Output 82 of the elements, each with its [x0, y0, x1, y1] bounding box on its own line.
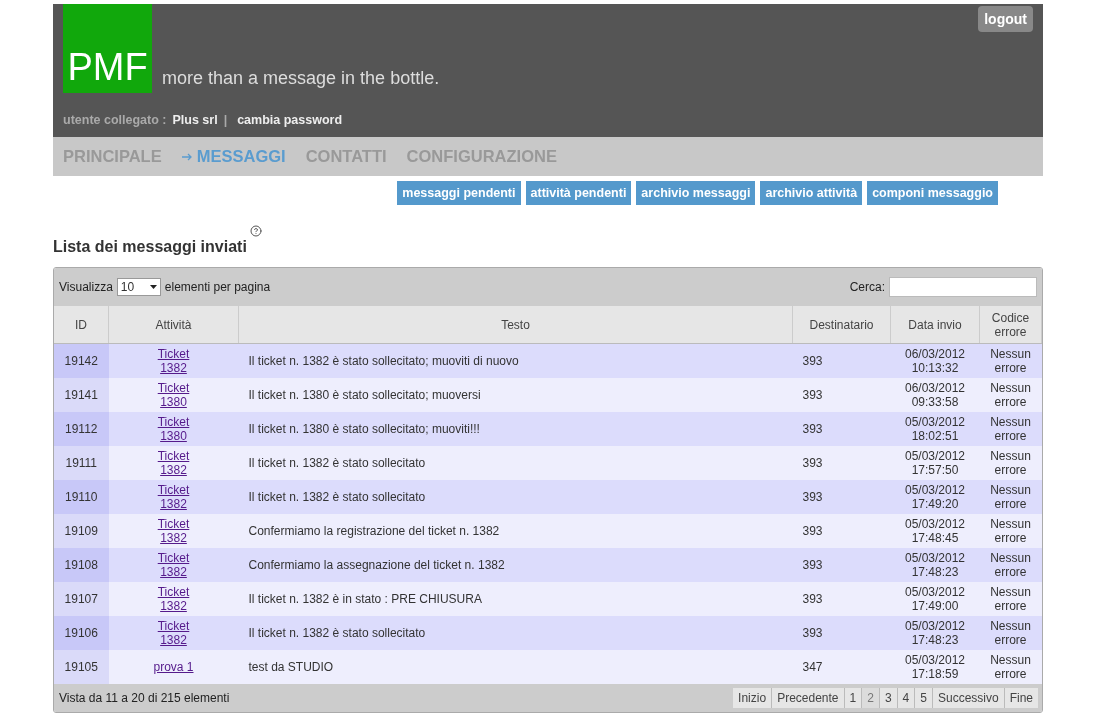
table-cell: 393 [802, 626, 823, 640]
table-cell: Confermiamo la registrazione del ticket n. 1382 [248, 524, 500, 538]
table-cell: 06/03/2012 09:33:58 [904, 381, 966, 409]
table-cell: Il ticket n. 1382 è stato sollecitato [248, 490, 426, 504]
column-header[interactable]: Codice errore [979, 306, 1042, 344]
arrow-icon [181, 152, 193, 161]
table-cell-text: Nessun errore [989, 483, 1032, 511]
column-header[interactable]: Attività [108, 306, 239, 344]
table-cell: 393 [802, 456, 823, 470]
page-button[interactable]: 4 [897, 688, 915, 708]
pager-button[interactable]: Successivo [932, 688, 1004, 708]
table-cell: Confermiamo la assegnazione del ticket n. 1382 [248, 558, 505, 572]
pager-button[interactable]: Precedente [772, 688, 844, 708]
column-header[interactable]: ID [54, 306, 109, 344]
table-cell-text: Nessun errore [989, 347, 1032, 375]
table-cell: 347 [802, 660, 823, 674]
table-cell: 393 [802, 388, 823, 402]
search-label: Cerca: [849, 280, 885, 294]
search-field[interactable] [889, 277, 1037, 297]
page-title: Lista dei messaggi inviati [53, 238, 247, 256]
table-cell: 393 [802, 524, 823, 538]
table-cell: Il ticket n. 1382 è stato sollecitato; muoviti di nuovo [248, 354, 519, 368]
table-cell: Il ticket n. 1380 è stato sollecitato; muoviti!!! [248, 422, 480, 436]
change-password-link[interactable]: cambia password [237, 113, 343, 127]
per-page-label: elementi per pagina [164, 280, 271, 294]
table-cell: 19106 [64, 626, 98, 640]
table-cell: 05/03/2012 17:18:59 [904, 653, 966, 681]
table-cell: Il ticket n. 1380 è stato sollecitato; muoversi [248, 388, 481, 402]
table-cell: 06/03/2012 10:13:32 [904, 347, 966, 375]
caret-icon [149, 285, 157, 289]
logo: PMF [63, 4, 152, 93]
table-cell: 19141 [64, 388, 98, 402]
table-cell: 19109 [64, 524, 98, 538]
table-cell-text: Nessun errore [989, 551, 1032, 579]
pager-button[interactable]: Inizio [733, 688, 772, 708]
table-cell: 19111 [65, 456, 98, 470]
table-cell: 393 [802, 490, 823, 504]
logout-button[interactable]: logout [978, 6, 1033, 32]
table-cell: 05/03/2012 17:57:50 [904, 449, 966, 477]
activity-link[interactable]: prova 1 [150, 660, 197, 674]
help-icon[interactable] [249, 225, 262, 237]
table-cell: 19112 [65, 422, 98, 436]
table-cell: 393 [802, 422, 823, 436]
table-cell: 05/03/2012 17:49:00 [904, 585, 966, 613]
table-cell-text: Nessun errore [989, 381, 1032, 409]
table-cell-text: Nessun errore [989, 517, 1032, 545]
table-cell: test da STUDIO [248, 660, 334, 674]
show-label: Visualizza [59, 280, 113, 294]
table-cell: 05/03/2012 17:49:20 [904, 483, 966, 511]
table-cell: 393 [802, 558, 823, 572]
separator: | [223, 113, 228, 127]
table-cell-text: Nessun errore [989, 449, 1032, 477]
table-cell-text: Nessun errore [989, 585, 1032, 613]
page-size-select[interactable]: 10 [116, 278, 161, 296]
table-cell: Il ticket n. 1382 è stato sollecitato [248, 626, 426, 640]
user-label: utente collegato : [63, 113, 167, 127]
page-button[interactable]: 5 [915, 688, 932, 708]
table-cell: 19142 [64, 354, 98, 368]
tagline: more than a message in the bottle. [162, 68, 440, 89]
table-cell: 393 [802, 354, 823, 368]
table-cell: 05/03/2012 17:48:45 [904, 517, 966, 545]
table-cell: Il ticket n. 1382 è in stato : PRE CHIUSURA [248, 592, 482, 606]
table-cell: 19105 [64, 660, 98, 674]
table-cell: 19108 [64, 558, 98, 572]
table-cell: 05/03/2012 17:48:23 [904, 619, 966, 647]
table-cell: 19110 [65, 490, 98, 504]
column-header[interactable]: Destinatario [792, 306, 891, 344]
table-cell: 19107 [64, 592, 98, 606]
user-name: Plus srl [172, 113, 218, 127]
table-cell: Il ticket n. 1382 è stato sollecitato [248, 456, 426, 470]
column-header[interactable]: Testo [238, 306, 793, 344]
page-button[interactable]: 1 [844, 688, 862, 708]
table-cell-text: Nessun errore [989, 619, 1032, 647]
pager-button[interactable]: Fine [1004, 688, 1038, 708]
table-cell-text: Nessun errore [989, 415, 1032, 443]
table-cell: 393 [802, 592, 823, 606]
column-header[interactable]: Data invio [890, 306, 980, 344]
page-button[interactable]: 3 [879, 688, 897, 708]
table-info: Vista da 11 a 20 di 215 elementi [59, 691, 230, 705]
table-cell: 05/03/2012 17:48:23 [904, 551, 966, 579]
table-cell: 05/03/2012 18:02:51 [904, 415, 966, 443]
table-cell-text: Nessun errore [989, 653, 1032, 681]
